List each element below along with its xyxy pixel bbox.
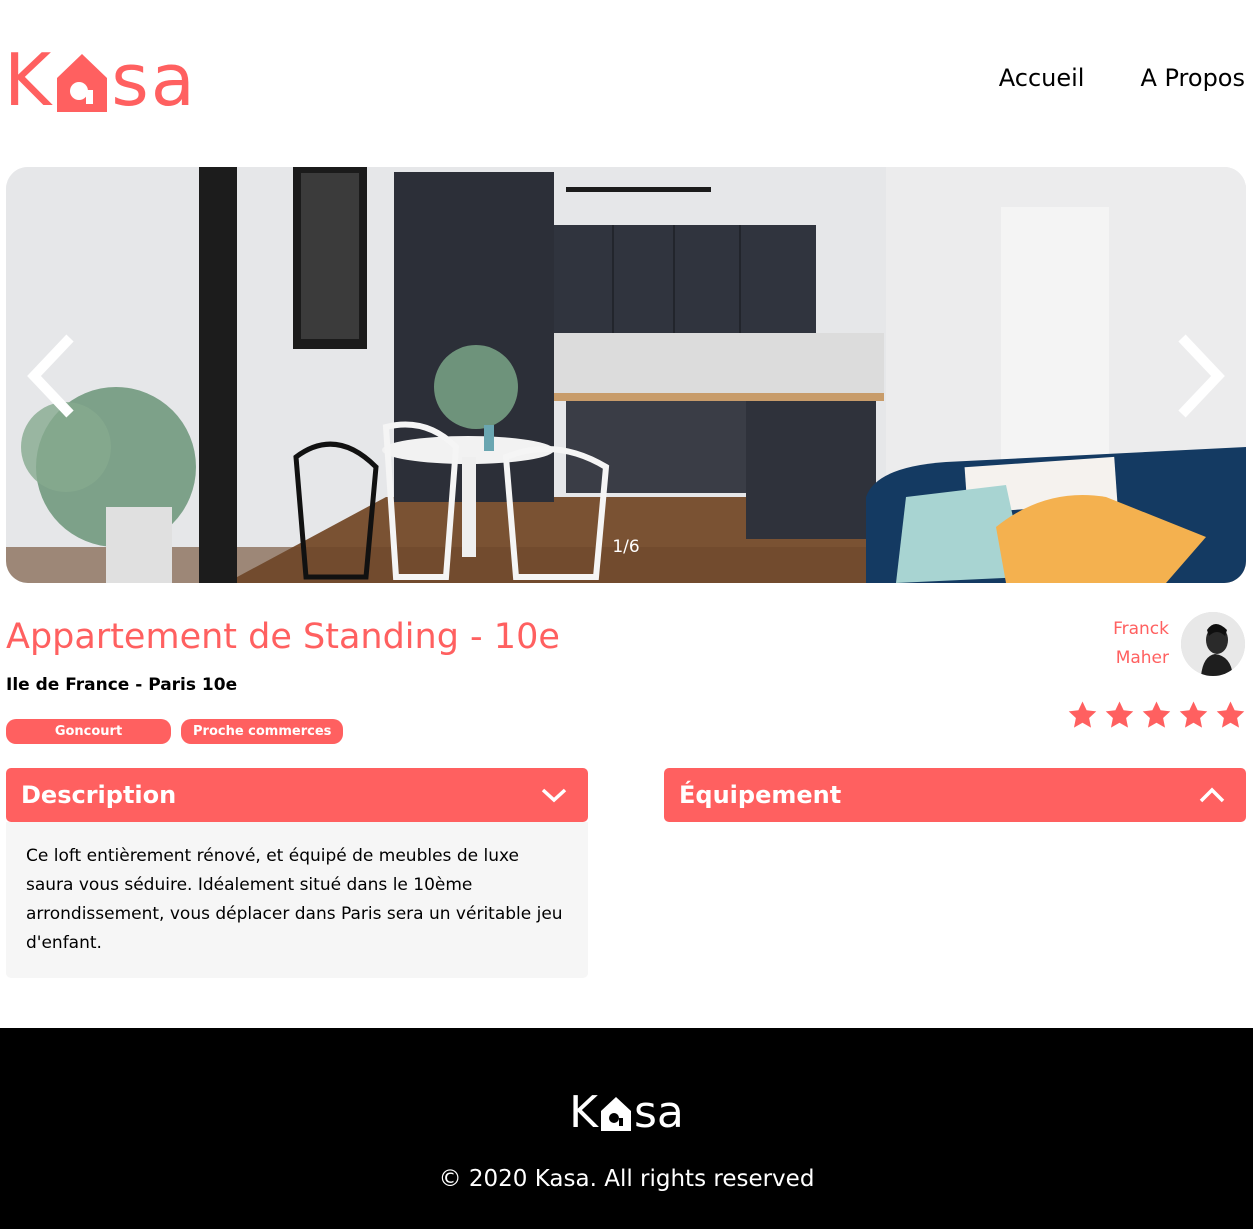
star-icon [1142, 701, 1171, 728]
chevron-up-icon[interactable] [1198, 786, 1226, 804]
description-text: Ce loft entièrement rénové, et équipé de… [26, 846, 563, 953]
tag: Goncourt [6, 719, 171, 744]
star-icon [1179, 701, 1208, 728]
equipment-collapse: Équipement [664, 768, 1246, 822]
apartment-photo [6, 167, 1246, 583]
chevron-left-icon[interactable] [24, 332, 78, 420]
footer-logo-letter-k: K [569, 1087, 598, 1138]
carousel-counter: 1/6 [612, 537, 640, 557]
star-icon [1105, 701, 1134, 728]
avatar [1181, 612, 1245, 676]
nav-link-home[interactable]: Accueil [999, 64, 1085, 92]
star-icon [1068, 701, 1097, 728]
main-nav: Accueil A Propos [999, 64, 1245, 92]
kasa-logo[interactable]: K sa [4, 40, 197, 120]
host-first-name: Franck [1113, 619, 1169, 639]
tag: Proche commerces [181, 719, 344, 744]
host-portrait [1181, 612, 1245, 676]
nav-link-about[interactable]: A Propos [1140, 64, 1245, 92]
chevron-down-icon[interactable] [540, 786, 568, 804]
tag-list: Goncourt Proche commerces [6, 719, 344, 744]
star-icon [1216, 701, 1245, 728]
description-collapse: Description Ce loft entièrement rénové, … [6, 768, 588, 978]
chevron-right-icon[interactable] [1174, 332, 1228, 420]
rating-stars [1066, 699, 1247, 732]
site-footer: K sa © 2020 Kasa. All rights reserved [0, 1028, 1253, 1229]
footer-logo-letters-sa: sa [633, 1087, 684, 1138]
image-carousel: 1/6 [6, 167, 1246, 583]
logo-letter-k: K [4, 38, 54, 122]
house-icon [57, 54, 108, 112]
equipment-toggle[interactable]: Équipement [664, 768, 1246, 822]
footer-logo: K sa [0, 1090, 1253, 1136]
logo-letters-sa: sa [111, 38, 197, 122]
site-header: K sa Accueil A Propos [0, 0, 1253, 160]
copyright-text: © 2020 Kasa. All rights reserved [438, 1166, 815, 1192]
equipment-title: Équipement [679, 781, 842, 809]
description-content: Ce loft entièrement rénové, et équipé de… [6, 822, 588, 978]
host-card: Franck Maher [1113, 612, 1245, 676]
host-name: Franck Maher [1113, 615, 1169, 673]
description-title: Description [21, 781, 177, 809]
house-icon [600, 1097, 631, 1131]
description-toggle[interactable]: Description [6, 768, 588, 822]
host-last-name: Maher [1115, 648, 1169, 668]
listing-title: Appartement de Standing - 10e [6, 617, 560, 657]
listing-location: Ile de France - Paris 10e [6, 675, 238, 695]
